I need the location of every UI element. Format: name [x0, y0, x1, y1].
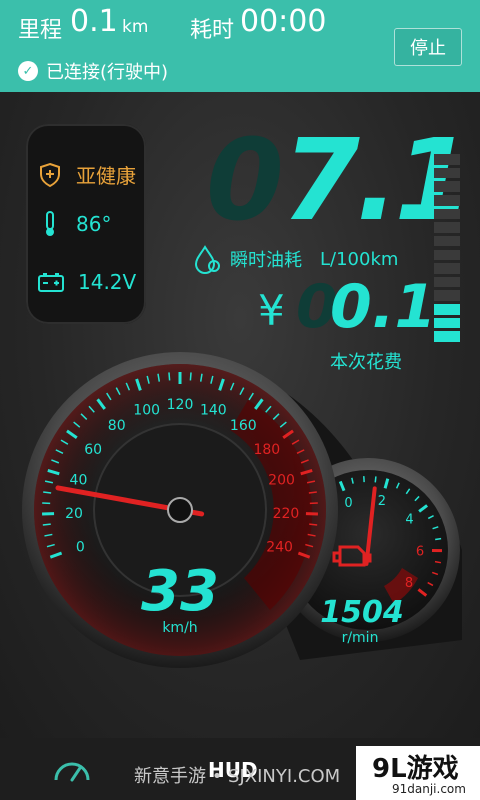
- temperature-row: 86°: [38, 210, 111, 238]
- connection-status: ✓ 已连接(行驶中): [18, 58, 168, 84]
- tachometer-readout: 1504: [320, 595, 404, 630]
- watermark-text: 新意手游 • SJXINYI.COM: [134, 766, 341, 787]
- tachometer-tick: [374, 476, 377, 483]
- fuel-level-segment: [434, 208, 460, 220]
- mileage-unit: km: [122, 17, 149, 37]
- tachometer-unit: r/min: [342, 630, 379, 646]
- speedometer-tick-label: 80: [108, 418, 126, 434]
- tachometer-tick: [434, 560, 442, 564]
- speedometer-tick-label: 100: [133, 402, 160, 418]
- shield-icon: [40, 162, 60, 187]
- thermometer-icon: [46, 211, 54, 236]
- instant-fuel-ghost-digit: 0: [206, 116, 284, 246]
- speedometer: 0 20 40 60 80 100 120 140160 180 200 220 240 33 km/…: [22, 352, 338, 668]
- fuel-level-segment: [434, 304, 460, 315]
- fuel-level-segment: [434, 263, 460, 274]
- speedometer-tick-label: 20: [65, 506, 83, 522]
- currency-symbol: ¥: [258, 286, 285, 335]
- fuel-level-bar: [434, 154, 460, 342]
- fuel-level-segment: [434, 194, 460, 206]
- instant-fuel-caption: 瞬时油耗 L/100km: [192, 244, 398, 274]
- time-value: 00:00: [240, 4, 327, 39]
- health-status: 亚健康: [76, 164, 136, 188]
- speedometer-tick: [42, 523, 51, 526]
- gauge-icon[interactable]: [52, 758, 92, 784]
- mileage-label: 里程: [18, 18, 63, 43]
- logo-main: 9L游戏: [372, 754, 459, 784]
- mileage-value: 0.1: [70, 4, 118, 39]
- speedometer-tick: [309, 523, 318, 526]
- fuel-level-segment: [434, 317, 460, 329]
- vehicle-status-panel: 亚健康 86° 14.2V: [26, 124, 146, 324]
- tachometer-tick-label: 2: [378, 494, 386, 509]
- tachometer-tick-label: 6: [416, 544, 424, 559]
- speedometer-tick-label: 140: [200, 402, 227, 418]
- tachometer-tick-label: 0: [344, 496, 352, 511]
- speedometer-hub: [167, 497, 193, 523]
- watermark-logo: 9L游戏 91danji.com: [356, 746, 480, 800]
- speedometer-tick-label: 200: [268, 473, 295, 489]
- speedometer-tick: [43, 491, 52, 494]
- fuel-level-segment: [434, 167, 460, 179]
- voltage-row: 14.2V: [38, 270, 136, 294]
- speed-readout: 33: [141, 559, 219, 624]
- speedometer-tick: [168, 372, 171, 381]
- logo-sub: 91danji.com: [392, 782, 466, 796]
- speedometer-tick: [189, 372, 192, 381]
- speedometer-tick-label: 60: [84, 442, 102, 458]
- tachometer-tick-label: 4: [405, 513, 413, 528]
- speedometer-tick-label: 40: [70, 473, 88, 489]
- speedometer-tick-label: 120: [167, 397, 194, 413]
- check-icon: ✓: [18, 61, 38, 81]
- connection-status-text: 已连接(行驶中): [46, 62, 169, 83]
- fuel-level-segment: [434, 249, 460, 261]
- speedometer-tick-label: 220: [273, 506, 300, 522]
- instant-fuel-unit: L/100km: [320, 248, 399, 270]
- instant-fuel-label: 瞬时油耗: [230, 250, 302, 271]
- speedometer-tick-label: 240: [266, 539, 293, 555]
- stop-button[interactable]: 停止: [394, 28, 462, 66]
- tachometer-tick-label: 8: [405, 576, 413, 591]
- time-label: 耗时: [190, 18, 235, 43]
- fuel-level-segment: [434, 235, 460, 247]
- health-row: 亚健康: [38, 160, 136, 189]
- fuel-level-segment: [434, 290, 460, 302]
- fuel-level-segment: [434, 181, 460, 192]
- speed-unit: km/h: [162, 620, 197, 636]
- speedometer-tick-label: 180: [253, 442, 280, 458]
- speedometer-tick-label: 0: [76, 539, 85, 555]
- trip-cost-value: 0.1: [330, 272, 437, 342]
- speedometer-tick-label: 160: [230, 418, 257, 434]
- battery-icon: [38, 273, 64, 292]
- fuel-level-segment: [434, 154, 460, 165]
- fuel-level-segment: [434, 222, 460, 233]
- speedometer-tick: [308, 491, 317, 494]
- drop-icon: [194, 245, 220, 274]
- gauge-cluster: 0 2 4 6 8 1504 r/min 0 20 40 60 80 100 120 140160 18…: [22, 352, 462, 668]
- tachometer-tick: [435, 537, 442, 541]
- coolant-temperature: 86°: [76, 212, 112, 236]
- battery-voltage: 14.2V: [78, 270, 137, 294]
- top-bar: 里程 0.1 km 耗时 00:00 ✓ 已连接(行驶中) 停止: [0, 0, 480, 92]
- fuel-level-segment: [434, 276, 460, 288]
